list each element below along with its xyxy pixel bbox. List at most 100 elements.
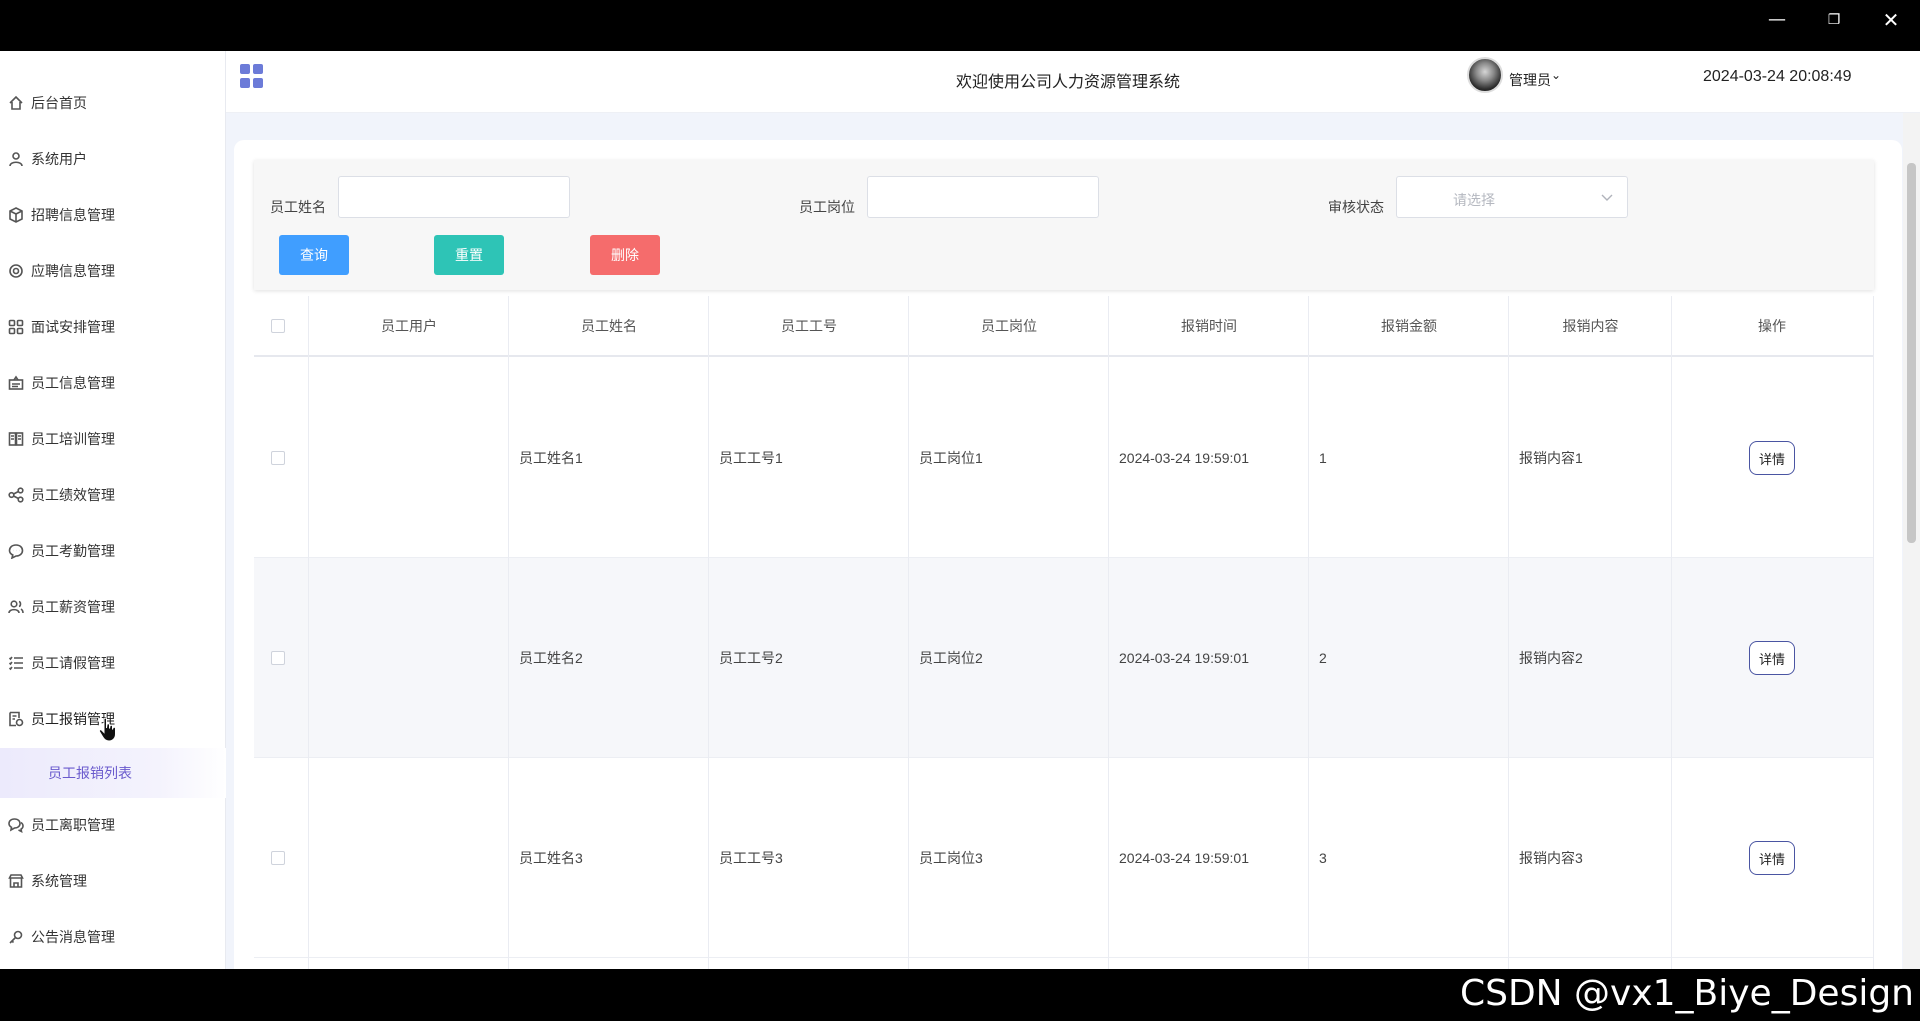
cell-content: 报销内容3 [1519, 850, 1583, 866]
sidebar-item-announcements[interactable]: 公告消息管理 [0, 917, 226, 957]
table-header: 员工用户 员工姓名 员工工号 员工岗位 报销时间 报销金额 报销内容 操作 [254, 296, 1874, 357]
column-divider [308, 296, 309, 969]
cell-content: 报销内容2 [1519, 650, 1583, 666]
cell-id: 员工工号3 [719, 850, 783, 866]
cell-time: 2024-03-24 19:59:01 [1119, 450, 1249, 466]
sidebar-item-leave[interactable]: 员工请假管理 [0, 643, 226, 683]
table-row: 员工姓名2 员工工号2 员工岗位2 2024-03-24 19:59:01 2 … [254, 558, 1874, 758]
maximize-button[interactable]: ❐ [1819, 8, 1849, 32]
sidebar-item-label: 员工绩效管理 [31, 487, 115, 503]
column-divider [1108, 296, 1109, 969]
detail-button[interactable]: 详情 [1749, 641, 1795, 675]
reimbursement-table: 员工用户 员工姓名 员工工号 员工岗位 报销时间 报销金额 报销内容 操作 员工… [254, 296, 1874, 969]
sidebar-item-label: 系统用户 [31, 151, 87, 167]
sidebar-item-label: 员工信息管理 [31, 375, 115, 391]
share-icon [7, 486, 25, 504]
close-button[interactable]: ✕ [1876, 8, 1906, 32]
home-icon [7, 94, 25, 112]
submenu-item-reimbursement-list[interactable]: 员工报销列表 [0, 748, 226, 798]
bottom-bar: CSDN @vx1_Biye_Design [0, 969, 1920, 1021]
cell-content: 报销内容1 [1519, 450, 1583, 466]
chevron-down-icon[interactable]: ⌄ [1551, 68, 1561, 82]
watermark-text: CSDN @vx1_Biye_Design [1459, 973, 1914, 1014]
sidebar-item-label: 公告消息管理 [31, 929, 115, 945]
table-row: 员工姓名1 员工工号1 员工岗位1 2024-03-24 19:59:01 1 … [254, 358, 1874, 558]
status-placeholder: 请选择 [1453, 192, 1495, 208]
employee-position-input[interactable] [867, 176, 1099, 218]
sidebar-item-applications[interactable]: 应聘信息管理 [0, 251, 226, 291]
users-icon [7, 598, 25, 616]
shop-icon [7, 872, 25, 890]
sidebar-item-label: 员工请假管理 [31, 655, 115, 671]
row-checkbox[interactable] [271, 451, 285, 465]
sidebar-item-training[interactable]: 员工培训管理 [0, 419, 226, 459]
menu-toggle-icon[interactable] [240, 64, 264, 88]
user-icon [7, 150, 25, 168]
reset-button[interactable]: 重置 [434, 235, 504, 275]
chat-icon [7, 542, 25, 560]
name-label: 员工姓名 [270, 199, 326, 215]
column-header: 报销内容 [1562, 318, 1619, 334]
delete-button[interactable]: 删除 [590, 235, 660, 275]
column-divider [508, 296, 509, 969]
user-menu[interactable]: 管理员 [1509, 70, 1551, 90]
cell-time: 2024-03-24 19:59:01 [1119, 650, 1249, 666]
sidebar-item-label: 员工考勤管理 [31, 543, 115, 559]
content-card: 员工姓名 员工岗位 审核状态 请选择 查询 重置 删除 员工用户 员工姓名 员工… [234, 140, 1902, 969]
cell-name: 员工姓名3 [519, 850, 583, 866]
row-checkbox[interactable] [271, 851, 285, 865]
minimize-button[interactable]: — [1762, 8, 1792, 32]
row-checkbox[interactable] [271, 651, 285, 665]
page-title: 欢迎使用公司人力资源管理系统 [956, 74, 1181, 91]
column-divider [708, 296, 709, 969]
column-divider [1671, 296, 1672, 969]
column-divider [908, 296, 909, 969]
cube-icon [7, 206, 25, 224]
cell-time: 2024-03-24 19:59:01 [1119, 850, 1249, 866]
detail-button[interactable]: 详情 [1749, 841, 1795, 875]
sidebar-item-label: 员工薪资管理 [31, 599, 115, 615]
table-row: 员工姓名3 员工工号3 员工岗位3 2024-03-24 19:59:01 3 … [254, 758, 1874, 958]
status-select[interactable]: 请选择 [1396, 176, 1628, 218]
cell-name: 员工姓名1 [519, 450, 583, 466]
grid-icon [7, 318, 25, 336]
sidebar-item-label: 应聘信息管理 [31, 263, 115, 279]
app: 后台首页 系统用户 招聘信息管理 应聘信息管理 面试安排管理 员工信息管理 员工… [0, 51, 1920, 969]
main-content: 员工姓名 员工岗位 审核状态 请选择 查询 重置 删除 员工用户 员工姓名 员工… [226, 113, 1903, 969]
sidebar-item-performance[interactable]: 员工绩效管理 [0, 475, 226, 515]
sidebar-item-label: 员工离职管理 [31, 817, 115, 833]
search-panel: 员工姓名 员工岗位 审核状态 请选择 查询 重置 删除 [254, 160, 1874, 290]
column-header: 员工用户 [381, 318, 437, 334]
query-button[interactable]: 查询 [279, 235, 349, 275]
position-label: 员工岗位 [799, 199, 855, 215]
sidebar-item-label: 员工培训管理 [31, 431, 115, 447]
cell-amount: 1 [1319, 450, 1327, 466]
vertical-scrollbar[interactable] [1903, 113, 1920, 969]
sidebar-item-home[interactable]: 后台首页 [0, 83, 226, 123]
sidebar-item-resignation[interactable]: 员工离职管理 [0, 805, 226, 845]
select-all-checkbox[interactable] [271, 319, 285, 333]
employee-name-input[interactable] [338, 176, 570, 218]
receipt-icon [7, 710, 25, 728]
sidebar-item-label: 系统管理 [31, 873, 87, 889]
sidebar-item-interviews[interactable]: 面试安排管理 [0, 307, 226, 347]
sidebar-item-recruitment[interactable]: 招聘信息管理 [0, 195, 226, 235]
column-header: 操作 [1758, 318, 1786, 334]
sidebar-item-attendance[interactable]: 员工考勤管理 [0, 531, 226, 571]
sidebar-item-employee-info[interactable]: 员工信息管理 [0, 363, 226, 403]
sidebar-item-system-management[interactable]: 系统管理 [0, 861, 226, 901]
chat-bubbles-icon [7, 816, 25, 834]
key-icon [7, 928, 25, 946]
cell-amount: 3 [1319, 850, 1327, 866]
status-label: 审核状态 [1328, 199, 1384, 215]
detail-button[interactable]: 详情 [1749, 441, 1795, 475]
sidebar-item-salary[interactable]: 员工薪资管理 [0, 587, 226, 627]
header: 欢迎使用公司人力资源管理系统 管理员 ⌄ 2024-03-24 20:08:49 [226, 51, 1920, 113]
column-header: 报销时间 [1181, 318, 1237, 334]
sidebar-item-system-users[interactable]: 系统用户 [0, 139, 226, 179]
list-icon [7, 654, 25, 672]
avatar[interactable] [1467, 57, 1503, 93]
scrollbar-thumb[interactable] [1907, 163, 1916, 543]
sidebar-item-label: 后台首页 [31, 95, 87, 111]
cell-id: 员工工号1 [719, 450, 783, 466]
